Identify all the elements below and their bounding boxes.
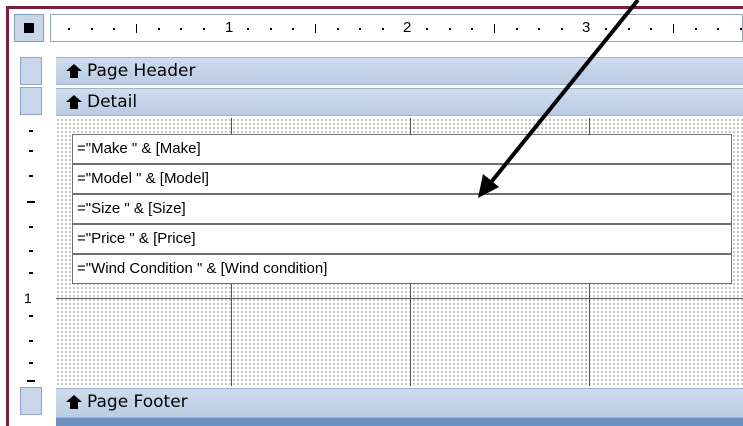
ruler-dot: [202, 28, 205, 30]
wind-condition-textbox[interactable]: ="Wind Condition " & [Wind condition]: [72, 254, 732, 284]
vertical-ruler-mark: [29, 272, 33, 274]
ruler-dot: [359, 28, 362, 30]
ruler-dot: [247, 28, 250, 30]
model-textbox[interactable]: ="Model " & [Model]: [72, 164, 732, 194]
ruler-tick: [314, 24, 316, 33]
page-footer-selector[interactable]: [20, 387, 42, 415]
vertical-ruler-mark: [29, 250, 33, 252]
page-header-band[interactable]: Page Header: [56, 57, 743, 85]
ruler-dot: [627, 28, 630, 30]
page-footer-section[interactable]: [56, 418, 743, 426]
ruler-dot: [717, 28, 720, 30]
vertical-ruler-mark: [29, 226, 33, 228]
vertical-ruler-mark: [29, 150, 33, 152]
ruler-dot: [157, 28, 160, 30]
vertical-ruler-mark: [29, 315, 33, 317]
ruler-dot: [650, 28, 653, 30]
report-design-view: 1 2 3 1 Page Header Detail ="Make " & [M…: [0, 0, 743, 426]
vertical-ruler-mark: [29, 362, 33, 364]
ruler-dot: [515, 28, 518, 30]
ruler-dot: [180, 28, 183, 30]
ruler-dot: [426, 28, 429, 30]
ruler-dot: [605, 28, 608, 30]
ruler-dot: [381, 28, 384, 30]
make-textbox[interactable]: ="Make " & [Make]: [72, 134, 732, 164]
horizontal-ruler[interactable]: 1 2 3: [50, 14, 743, 42]
vertical-ruler-number-1: 1: [24, 290, 32, 306]
price-textbox[interactable]: ="Price " & [Price]: [72, 224, 732, 254]
double-up-arrow-icon: [66, 395, 82, 409]
ruler-dot: [292, 28, 295, 30]
page-header-selector[interactable]: [20, 57, 42, 85]
detail-selector[interactable]: [20, 87, 42, 115]
ruler-dot: [113, 28, 116, 30]
ruler-tick: [672, 24, 674, 33]
vertical-ruler-mark: [29, 340, 33, 342]
vertical-ruler-mark: [29, 130, 33, 132]
ruler-dot: [471, 28, 474, 30]
ruler-tick: [493, 24, 495, 33]
ruler-dot: [448, 28, 451, 30]
ruler-dot: [739, 28, 742, 30]
grid-line: [56, 298, 743, 299]
report-selector[interactable]: [14, 14, 44, 42]
double-up-arrow-icon: [66, 64, 82, 78]
vertical-ruler-mark: [29, 175, 33, 177]
ruler-dot: [269, 28, 272, 30]
ruler-tick: [135, 24, 137, 33]
ruler-dot: [90, 28, 93, 30]
report-selector-icon: [24, 23, 34, 33]
ruler-number-1: 1: [225, 19, 234, 36]
ruler-dot: [336, 28, 339, 30]
page-header-label: Page Header: [87, 61, 196, 81]
double-up-arrow-icon: [66, 95, 82, 109]
ruler-dot: [694, 28, 697, 30]
vertical-ruler-mark: [27, 201, 35, 203]
detail-label: Detail: [87, 92, 138, 112]
ruler-number-2: 2: [403, 19, 412, 36]
ruler-number-3: 3: [582, 19, 591, 36]
vertical-ruler-mark: [27, 380, 35, 382]
ruler-dot: [560, 28, 563, 30]
ruler-dot: [68, 28, 71, 30]
vertical-ruler[interactable]: 1: [18, 50, 44, 426]
ruler-dot: [538, 28, 541, 30]
size-textbox[interactable]: ="Size " & [Size]: [72, 194, 732, 224]
page-footer-label: Page Footer: [87, 392, 188, 412]
page-footer-band[interactable]: Page Footer: [56, 388, 743, 418]
detail-band[interactable]: Detail: [56, 88, 743, 116]
